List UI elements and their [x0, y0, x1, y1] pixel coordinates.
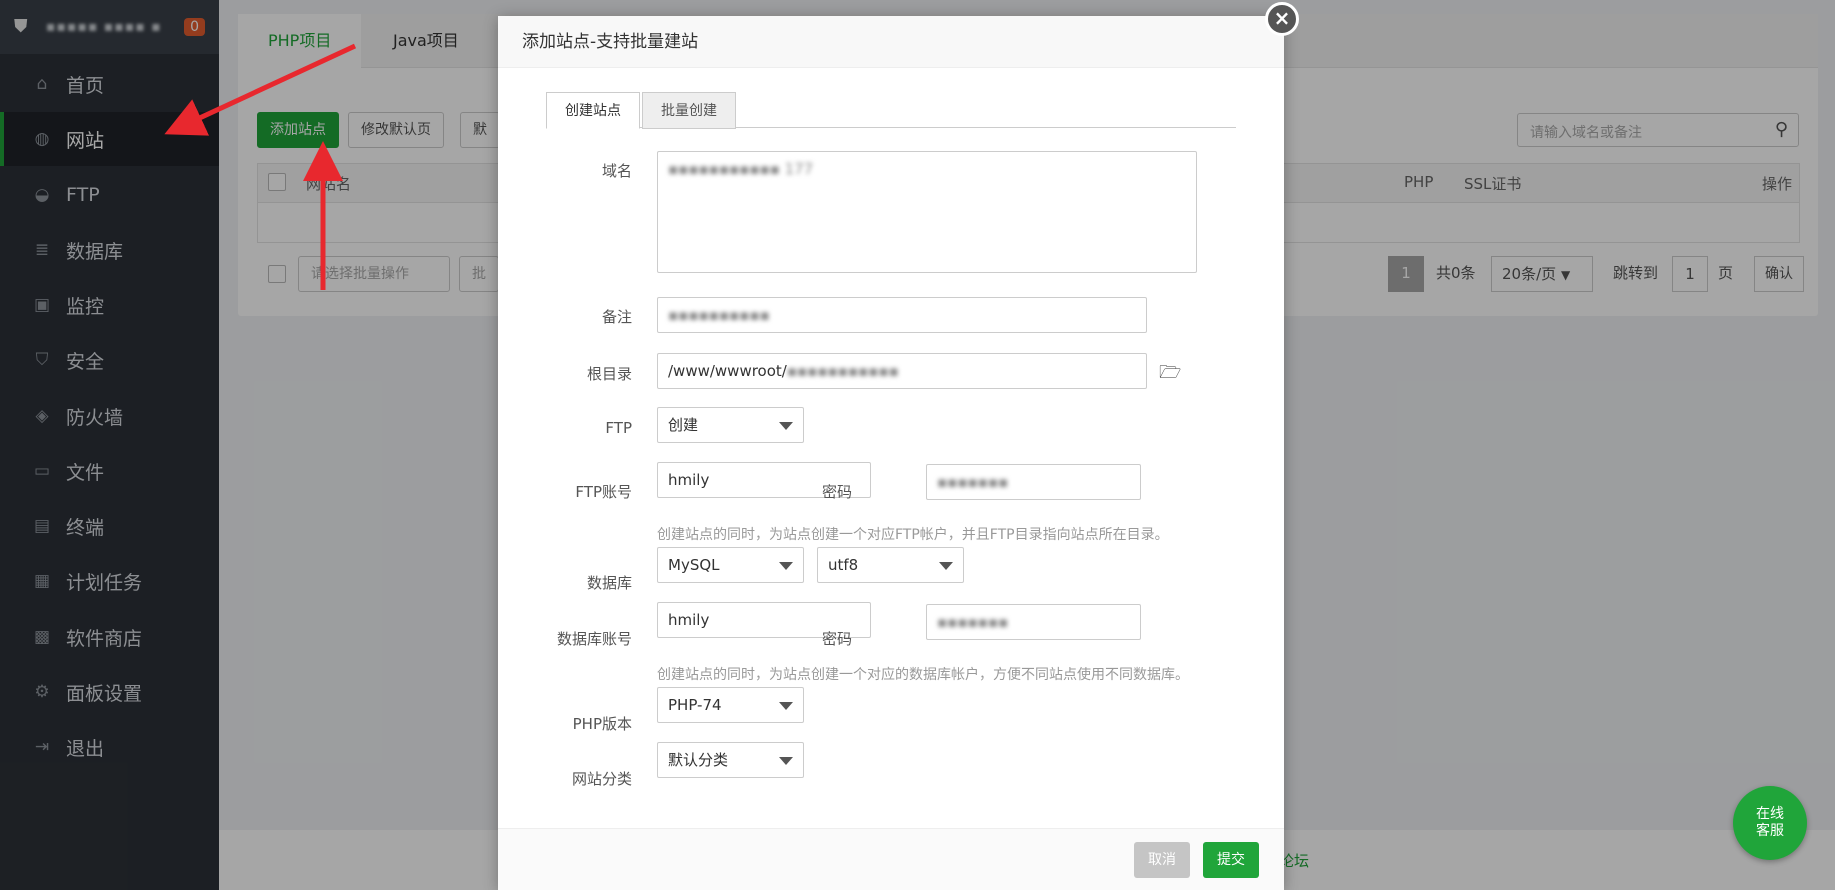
annotation-arrows [164, 43, 357, 290]
arrow-to-website-menu [164, 43, 357, 136]
